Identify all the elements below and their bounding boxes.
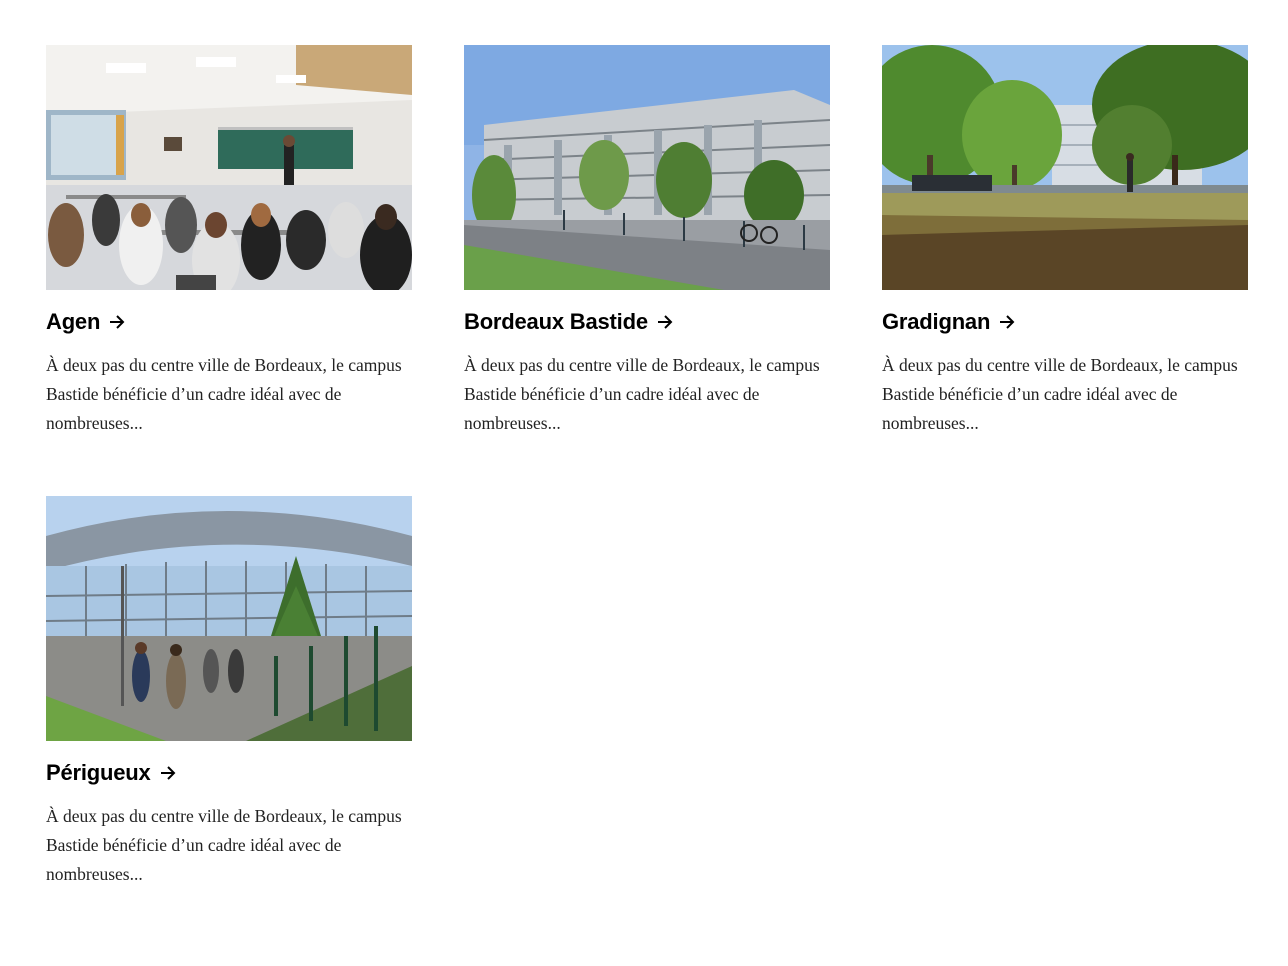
arrow-right-icon [108,313,126,331]
campus-image-perigueux[interactable] [46,496,412,741]
campus-title-gradignan: Gradignan [882,309,991,334]
campus-title-bordeaux-bastide: Bordeaux Bastide [464,309,648,334]
arrow-right-icon [656,313,674,331]
campus-link-gradignan[interactable]: Gradignan [882,308,1248,336]
campus-card-agen[interactable]: Agen À deux pas du centre ville de Borde… [46,45,412,438]
campus-link-agen[interactable]: Agen [46,308,412,336]
campus-description-agen: À deux pas du centre ville de Bordeaux, … [46,355,402,433]
campus-image-bordeaux-bastide[interactable] [464,45,830,290]
campus-link-perigueux[interactable]: Périgueux [46,759,412,787]
campus-title-perigueux: Périgueux [46,760,151,785]
campus-card-perigueux[interactable]: Périgueux À deux pas du centre ville de … [46,496,412,889]
arrow-right-icon [998,313,1016,331]
campus-link-bordeaux-bastide[interactable]: Bordeaux Bastide [464,308,830,336]
campus-description-bordeaux-bastide: À deux pas du centre ville de Bordeaux, … [464,355,820,433]
campus-image-gradignan[interactable] [882,45,1248,290]
campus-card-bordeaux-bastide[interactable]: Bordeaux Bastide À deux pas du centre vi… [464,45,830,438]
campus-description-perigueux: À deux pas du centre ville de Bordeaux, … [46,806,402,884]
campus-grid: Agen À deux pas du centre ville de Borde… [46,45,1248,889]
campus-title-agen: Agen [46,309,101,334]
arrow-right-icon [159,764,177,782]
campus-image-agen[interactable] [46,45,412,290]
campus-card-gradignan[interactable]: Gradignan À deux pas du centre ville de … [882,45,1248,438]
campus-description-gradignan: À deux pas du centre ville de Bordeaux, … [882,355,1238,433]
